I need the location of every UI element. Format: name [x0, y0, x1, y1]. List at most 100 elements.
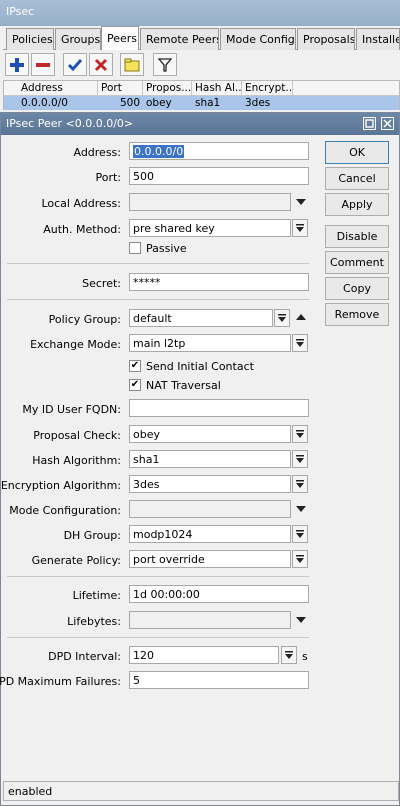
remove-peer-button[interactable]: Remove [325, 303, 389, 326]
minus-icon [36, 62, 50, 67]
col-hash[interactable]: Hash Al... [192, 81, 242, 96]
dropdown-arrow-icon [296, 454, 304, 463]
filter-icon [158, 57, 172, 72]
dropdown-arrow-icon [278, 313, 286, 322]
maximize-button[interactable] [363, 117, 376, 130]
lifetime-field[interactable]: 1d 00:00:00 [129, 585, 309, 603]
proposal-check-select[interactable]: obey [129, 425, 291, 443]
enable-button[interactable] [63, 53, 87, 76]
my-id-fqdn-label: My ID User FQDN: [22, 403, 121, 416]
tab-peers[interactable]: Peers [101, 26, 139, 50]
address-field[interactable]: 0.0.0.0/0 [129, 142, 309, 160]
mode-configuration-dropdown-icon[interactable] [296, 506, 306, 512]
tab-proposals[interactable]: Proposals [297, 28, 355, 50]
lifebytes-field[interactable] [129, 611, 291, 629]
dh-group-dropdown-button[interactable] [292, 525, 308, 543]
cell-encryption: 3des [245, 97, 271, 109]
ok-button[interactable]: OK [325, 141, 389, 164]
col-address[interactable]: Address [18, 81, 98, 96]
disable-peer-button[interactable]: Disable [325, 225, 389, 248]
generate-policy-select[interactable]: port override [129, 550, 291, 568]
proposal-check-dropdown-button[interactable] [292, 425, 308, 443]
local-address-dropdown-icon[interactable] [296, 199, 306, 205]
port-label: Port: [95, 171, 121, 184]
cell-address: 0.0.0.0/0 [21, 97, 68, 109]
divider [7, 299, 309, 300]
encryption-algorithm-label: Encryption Algorithm: [0, 479, 121, 492]
dpd-interval-label: DPD Interval: [48, 650, 121, 663]
exchange-mode-label: Exchange Mode: [30, 338, 121, 351]
hash-algorithm-label: Hash Algorithm: [32, 454, 121, 467]
send-initial-contact-label: Send Initial Contact [146, 360, 254, 373]
auth-method-select[interactable]: pre shared key [129, 219, 291, 237]
local-address-field[interactable] [129, 193, 291, 211]
secret-label: Secret: [82, 277, 121, 290]
policy-group-dropdown-button[interactable] [274, 309, 290, 327]
table-row[interactable]: 0.0.0.0/0 500 obey sha1 3des [4, 96, 399, 110]
comment-button[interactable] [120, 53, 144, 76]
remove-button[interactable] [31, 53, 55, 76]
tab-installed[interactable]: Installed [356, 28, 400, 50]
nat-traversal-checkbox[interactable]: ✔ [129, 379, 141, 391]
my-id-fqdn-field[interactable] [129, 399, 309, 417]
encryption-algorithm-dropdown-button[interactable] [292, 475, 308, 493]
passive-label: Passive [146, 242, 187, 255]
exchange-mode-select[interactable]: main l2tp [129, 334, 291, 352]
peers-table: Address Port Propos... Hash Al... Encryp… [3, 80, 400, 110]
col-encryption[interactable]: Encrypt... [242, 81, 293, 96]
divider [7, 576, 309, 577]
dpd-interval-dropdown-button[interactable] [281, 646, 297, 664]
generate-policy-dropdown-button[interactable] [292, 550, 308, 568]
hash-algorithm-select[interactable]: sha1 [129, 450, 291, 468]
tab-policies[interactable]: Policies [6, 28, 54, 50]
dropdown-arrow-icon [285, 650, 293, 659]
exchange-mode-dropdown-button[interactable] [292, 334, 308, 352]
dpd-max-failures-field[interactable]: 5 [129, 671, 309, 689]
policy-group-collapse-icon[interactable] [296, 314, 306, 320]
close-button[interactable] [381, 117, 394, 130]
dh-group-select[interactable]: modp1024 [129, 525, 291, 543]
policy-group-label: Policy Group: [48, 313, 121, 326]
peer-dialog: IPsec Peer <0.0.0.0/0> Address: 0.0.0.0/… [0, 112, 400, 806]
policy-group-select[interactable]: default [129, 309, 273, 327]
nat-traversal-label: NAT Traversal [146, 379, 221, 392]
cell-proposal: obey [146, 97, 172, 109]
check-icon [68, 58, 82, 71]
dropdown-arrow-icon [296, 554, 304, 563]
comment-peer-button[interactable]: Comment [325, 251, 389, 274]
secret-field[interactable]: ***** [129, 273, 309, 291]
dpd-interval-unit: s [302, 650, 308, 663]
tab-groups[interactable]: Groups [55, 28, 101, 50]
cell-hash: sha1 [195, 97, 221, 109]
dropdown-arrow-icon [296, 223, 304, 232]
filter-button[interactable] [153, 53, 177, 76]
proposal-check-label: Proposal Check: [33, 429, 121, 442]
note-icon [124, 58, 140, 71]
col-port[interactable]: Port [98, 81, 143, 96]
mode-configuration-select[interactable] [129, 500, 291, 518]
encryption-algorithm-select[interactable]: 3des [129, 475, 291, 493]
cell-port: 500 [119, 97, 140, 109]
copy-button[interactable]: Copy [325, 277, 389, 300]
dropdown-arrow-icon [296, 429, 304, 438]
port-field[interactable]: 500 [129, 167, 309, 185]
send-initial-contact-checkbox[interactable]: ✔ [129, 360, 141, 372]
passive-checkbox[interactable] [129, 242, 141, 254]
dpd-max-failures-label: DPD Maximum Failures: [0, 675, 121, 688]
lifebytes-dropdown-icon[interactable] [296, 617, 306, 623]
apply-button[interactable]: Apply [325, 193, 389, 216]
col-proposal[interactable]: Propos... [143, 81, 192, 96]
tab-mode-configs[interactable]: Mode Configs [220, 28, 296, 50]
dpd-interval-field[interactable]: 120 [129, 646, 279, 664]
cancel-button[interactable]: Cancel [325, 167, 389, 190]
address-value: 0.0.0.0/0 [133, 145, 185, 158]
table-header: Address Port Propos... Hash Al... Encryp… [4, 81, 399, 96]
tab-remote-peers[interactable]: Remote Peers [140, 28, 219, 50]
auth-method-dropdown-button[interactable] [292, 219, 308, 237]
hash-algorithm-dropdown-button[interactable] [292, 450, 308, 468]
add-button[interactable] [5, 53, 29, 76]
mode-configuration-label: Mode Configuration: [9, 504, 121, 517]
dh-group-label: DH Group: [63, 529, 121, 542]
x-icon [94, 58, 108, 71]
disable-button[interactable] [89, 53, 113, 76]
